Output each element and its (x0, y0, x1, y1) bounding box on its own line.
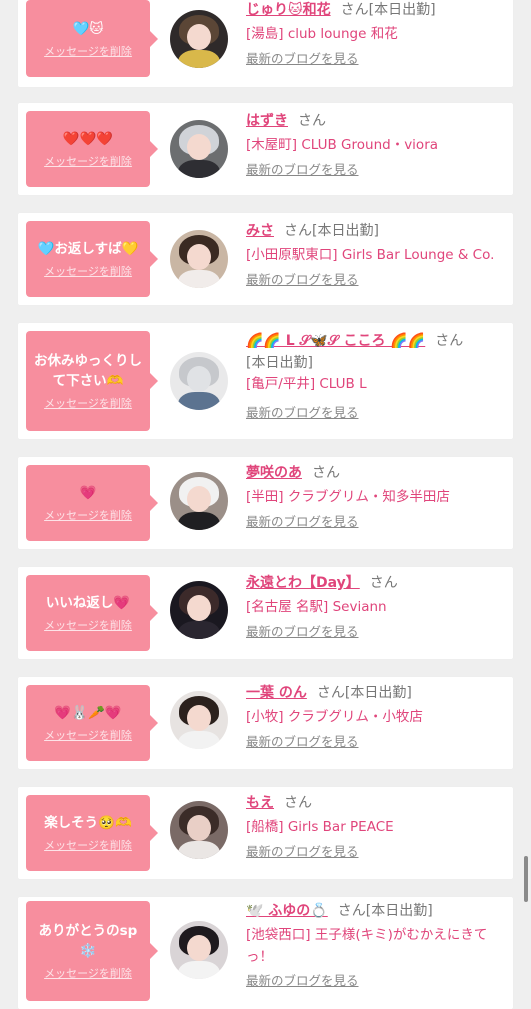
cast-name-link[interactable]: 永遠とわ【Day】 (246, 575, 360, 591)
delete-message-link[interactable]: メッセージを削除 (44, 507, 132, 523)
shop-label: [小牧] クラブグリム・小牧店 (246, 709, 423, 725)
list-item: 🩵🐱 メッセージを削除 じゅり🐱和花 さん[本日出勤] [湯島] club lou… (18, 0, 513, 87)
latest-blog-link[interactable]: 最新のブログを見る (246, 841, 359, 860)
today-badge: [本日出勤] (312, 223, 379, 239)
avatar[interactable] (170, 230, 228, 288)
list-item: 💗 メッセージを削除 夢咲のあ さん [半田] クラブグリム・知多半田店 最新のブ… (18, 457, 513, 549)
latest-blog-link[interactable]: 最新のブログを見る (246, 269, 359, 288)
avatar[interactable] (170, 352, 228, 410)
today-badge: [本日出勤] (368, 2, 436, 18)
message-bubble: いいね返し💗 メッセージを削除 (26, 575, 158, 651)
avatar[interactable] (170, 691, 228, 749)
avatar[interactable] (170, 581, 228, 639)
avatar[interactable] (170, 10, 228, 68)
message-bubble: ありがとうのsp❄️ メッセージを削除 (26, 901, 158, 1001)
list-item: お休みゆっくりして下さい🫶 メッセージを削除 🌈🌈 L 𝒮🦋𝒮 こころ 🌈🌈 さん… (18, 323, 513, 439)
message-text: 💗 (79, 485, 97, 501)
avatar[interactable] (170, 472, 228, 530)
message-bubble: 💗🐰🥕💗 メッセージを削除 (26, 685, 158, 761)
today-badge: [本日出勤] (246, 355, 313, 371)
message-bubble: 🩵🐱 メッセージを削除 (26, 0, 158, 77)
avatar[interactable] (170, 120, 228, 178)
avatar[interactable] (170, 921, 228, 979)
message-text: お休みゆっくりして下さい🫶 (34, 353, 142, 389)
cast-name-link[interactable]: 一葉 のん (246, 685, 307, 701)
shop-label: [木屋町] CLUB Ground・viora (246, 137, 439, 153)
cast-name-link[interactable]: 夢咲のあ (246, 465, 302, 481)
latest-blog-link[interactable]: 最新のブログを見る (246, 511, 359, 530)
today-badge: [本日出勤] (344, 685, 412, 701)
avatar[interactable] (170, 801, 228, 859)
shop-label: [池袋西口] 王子様(キミ)がむかえにきてっ！ (246, 927, 488, 965)
shop-label: [半田] クラブグリム・知多半田店 (246, 489, 450, 505)
message-text: 🩵🐱 (72, 20, 104, 37)
list-item: 💗🐰🥕💗 メッセージを削除 一葉 のん さん[本日出勤] [小牧] クラブグリム・… (18, 677, 513, 769)
delete-message-link[interactable]: メッセージを削除 (44, 263, 132, 279)
latest-blog-link[interactable]: 最新のブログを見る (246, 48, 359, 67)
message-bubble: 楽しそう🥺🫶 メッセージを削除 (26, 795, 158, 871)
list-item: いいね返し💗 メッセージを削除 永遠とわ【Day】 さん [名古屋 名駅] Sev… (18, 567, 513, 659)
delete-message-link[interactable]: メッセージを削除 (44, 617, 132, 633)
shop-label: [亀戸/平井] CLUB L (246, 376, 367, 392)
message-bubble: お休みゆっくりして下さい🫶 メッセージを削除 (26, 331, 158, 431)
message-text: いいね返し💗 (45, 595, 131, 611)
cast-name-link[interactable]: もえ (246, 795, 274, 811)
delete-message-link[interactable]: メッセージを削除 (44, 43, 132, 59)
latest-blog-link[interactable]: 最新のブログを見る (246, 731, 359, 750)
list-item: ありがとうのsp❄️ メッセージを削除 🕊️ ふゆの💍 さん[本日出勤] [池袋西… (18, 897, 513, 1009)
message-text: 🩵お返しすば💛 (37, 241, 139, 257)
delete-message-link[interactable]: メッセージを削除 (44, 395, 132, 411)
shop-label: [湯島] club lounge 和花 (246, 26, 398, 42)
delete-message-link[interactable]: メッセージを削除 (44, 837, 132, 853)
message-text: ありがとうのsp❄️ (38, 923, 138, 959)
cast-name-link[interactable]: みさ (246, 223, 274, 239)
shop-label: [船橋] Girls Bar PEACE (246, 819, 394, 835)
message-text: 💗🐰🥕💗 (54, 705, 122, 721)
shop-label: [名古屋 名駅] Seviann (246, 599, 387, 615)
message-text: 楽しそう🥺🫶 (44, 815, 132, 831)
latest-blog-link[interactable]: 最新のブログを見る (246, 621, 359, 640)
latest-blog-link[interactable]: 最新のブログを見る (246, 402, 359, 421)
delete-message-link[interactable]: メッセージを削除 (44, 727, 132, 743)
today-badge: [本日出勤] (365, 903, 433, 919)
message-bubble: ❤️❤️❤️ メッセージを削除 (26, 111, 158, 187)
list-item: 🩵お返しすば💛 メッセージを削除 みさ さん[本日出勤] [小田原駅東口] Gir… (18, 213, 513, 305)
message-text: ❤️❤️❤️ (62, 131, 114, 147)
message-bubble: 🩵お返しすば💛 メッセージを削除 (26, 221, 158, 297)
list-item: ❤️❤️❤️ メッセージを削除 はずき さん [木屋町] CLUB Ground・… (18, 103, 513, 195)
latest-blog-link[interactable]: 最新のブログを見る (246, 159, 359, 178)
cast-name-link[interactable]: じゅり🐱和花 (246, 2, 331, 18)
latest-blog-link[interactable]: 最新のブログを見る (246, 970, 359, 989)
delete-message-link[interactable]: メッセージを削除 (44, 965, 132, 981)
list-item: 楽しそう🥺🫶 メッセージを削除 もえ さん [船橋] Girls Bar PEAC… (18, 787, 513, 879)
message-bubble: 💗 メッセージを削除 (26, 465, 158, 541)
scrollbar[interactable] (524, 856, 528, 902)
cast-name-link[interactable]: 🌈🌈 L 𝒮🦋𝒮 こころ 🌈🌈 (246, 333, 425, 349)
shop-label: [小田原駅東口] Girls Bar Lounge & Co. (246, 247, 495, 263)
cast-name-link[interactable]: 🕊️ ふゆの💍 (246, 903, 328, 919)
cast-name-link[interactable]: はずき (246, 113, 288, 129)
delete-message-link[interactable]: メッセージを削除 (44, 153, 132, 169)
